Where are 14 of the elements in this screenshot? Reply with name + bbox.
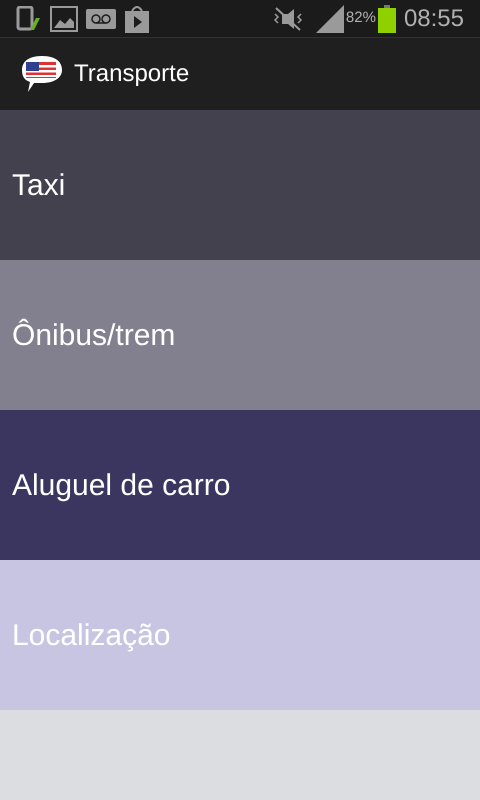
battery-percent: 82%	[346, 8, 376, 28]
clock: 08:55	[404, 4, 464, 34]
mute-vibrate-icon	[272, 6, 304, 32]
play-bag-icon	[124, 4, 150, 32]
signal-icon	[316, 4, 344, 32]
category-item[interactable]: Ônibus/trem	[0, 260, 480, 410]
app-title: Transporte	[74, 59, 190, 89]
image-icon	[50, 6, 78, 32]
category-item[interactable]: Aluguel de carro	[0, 410, 480, 560]
category-item[interactable]: Taxi	[0, 110, 480, 260]
voicemail-icon	[86, 6, 116, 30]
phone-upload-icon	[16, 6, 42, 32]
flag-speech-bubble-icon[interactable]	[20, 54, 64, 94]
battery-icon	[378, 4, 396, 32]
